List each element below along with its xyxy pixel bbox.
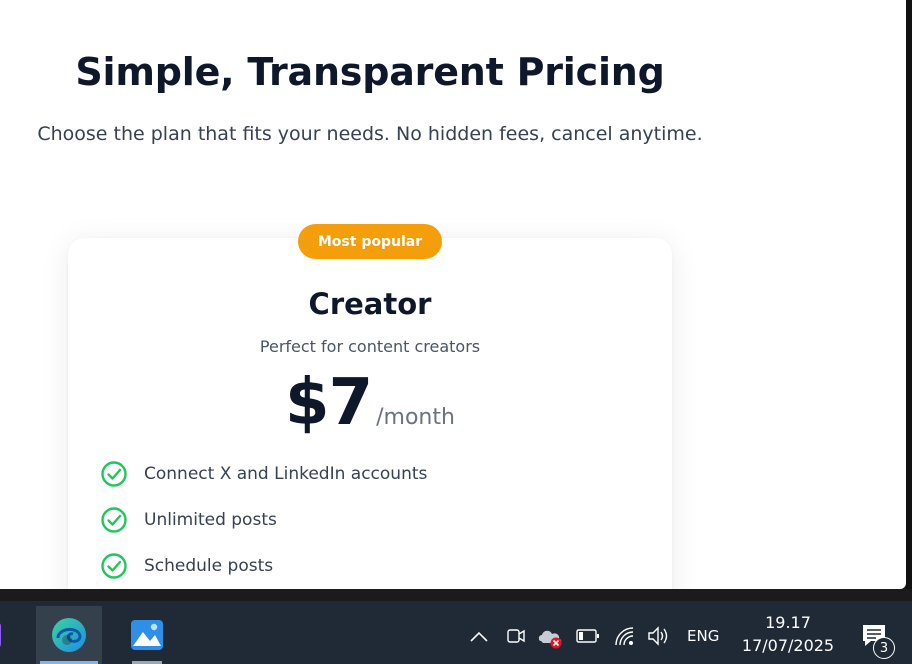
camera-icon[interactable] — [505, 625, 527, 647]
feature-label: Connect X and LinkedIn accounts — [144, 464, 428, 484]
page-subtitle: Choose the plan that fits your needs. No… — [37, 123, 703, 145]
photos-icon — [131, 620, 163, 650]
window-edge — [906, 0, 912, 600]
clock-time: 19.17 — [765, 613, 811, 632]
edge-taskbar-button[interactable] — [36, 606, 102, 664]
plan-price: $7 — [285, 366, 373, 440]
edge-icon — [52, 618, 86, 652]
feature-item: Connect X and LinkedIn accounts — [100, 459, 427, 489]
wifi-icon[interactable] — [613, 625, 637, 647]
feature-item: Schedule posts — [100, 551, 273, 581]
photos-taskbar-button[interactable] — [114, 606, 180, 664]
price-row: $7 /month — [68, 366, 672, 440]
chevron-up-icon[interactable] — [469, 630, 489, 644]
clock-date: 17/07/2025 — [741, 636, 835, 655]
feature-label: Schedule posts — [144, 556, 274, 576]
notification-center-button[interactable]: 3 — [858, 622, 898, 662]
check-circle-icon — [101, 507, 127, 533]
onedrive-error-icon[interactable] — [537, 625, 565, 649]
clock[interactable]: 19.17 17/07/2025 — [735, 611, 841, 657]
language-indicator[interactable]: ENG — [687, 627, 719, 645]
plan-name: Creator — [308, 287, 432, 321]
browser-viewport: Simple, Transparent Pricing Choose the p… — [0, 0, 906, 589]
feature-item: Unlimited posts — [100, 505, 277, 535]
plan-description: Perfect for content creators — [259, 337, 481, 356]
visual-studio-icon — [0, 623, 1, 647]
check-circle-icon — [101, 461, 127, 487]
feature-label: Unlimited posts — [144, 510, 277, 530]
plan-period: /month — [376, 405, 455, 430]
window-gap — [0, 589, 912, 601]
most-popular-badge: Most popular — [298, 224, 442, 259]
volume-icon[interactable] — [646, 625, 672, 647]
battery-icon[interactable] — [576, 628, 600, 644]
visual-studio-taskbar-button[interactable] — [0, 606, 14, 664]
taskbar: ENG 19.17 17/07/2025 3 — [0, 601, 912, 664]
notification-count-badge: 3 — [873, 637, 895, 659]
page-title: Simple, Transparent Pricing — [75, 50, 665, 94]
check-circle-icon — [101, 553, 127, 579]
